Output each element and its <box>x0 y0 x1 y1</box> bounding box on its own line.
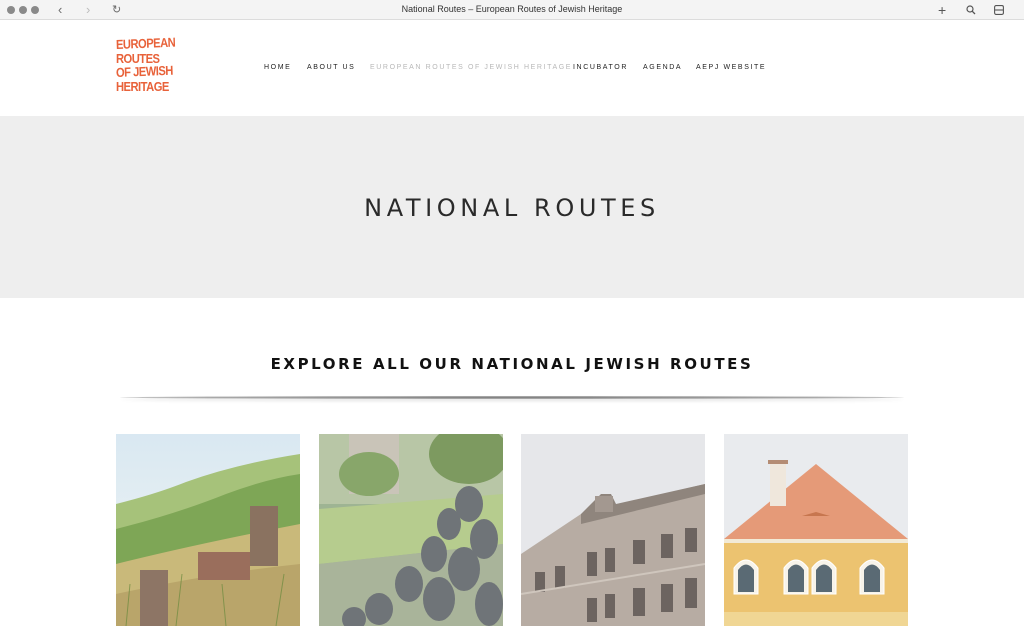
logo-line: OF JEWISH <box>115 62 174 80</box>
orange-synagogue-photo <box>724 434 908 626</box>
tab-title: National Routes – European Routes of Jew… <box>401 4 623 14</box>
route-card-orange-synagogue[interactable] <box>724 434 908 626</box>
page-hero: NATIONAL ROUTES <box>0 116 1024 298</box>
memorial-sculpture-photo <box>319 434 503 626</box>
new-tab-icon[interactable]: + <box>938 2 946 18</box>
page-title: NATIONAL ROUTES <box>364 194 660 222</box>
search-icon[interactable] <box>966 2 976 19</box>
nav-item-european-routes[interactable]: EUROPEAN ROUTES OF JEWISH HERITAGE <box>370 64 572 71</box>
logo-line: EUROPEAN <box>115 34 176 52</box>
section-divider <box>120 396 904 399</box>
site-logo[interactable]: EUROPEAN ROUTES OF JEWISH HERITAGE <box>115 34 180 100</box>
route-card-historic-building[interactable] <box>521 434 705 626</box>
section-title: EXPLORE ALL OUR NATIONAL JEWISH ROUTES <box>270 355 754 373</box>
nav-item-aepj-website[interactable]: AEPJ WEBSITE <box>696 64 766 71</box>
historic-building-photo <box>521 434 705 626</box>
nav-item-about-us[interactable]: ABOUT US <box>307 64 355 71</box>
logo-line: HERITAGE <box>116 79 169 94</box>
route-card-hillside-ruins[interactable] <box>116 434 300 626</box>
nav-item-incubator[interactable]: INCUBATOR <box>573 64 628 71</box>
nav-item-agenda[interactable]: AGENDA <box>643 64 682 71</box>
nav-item-home[interactable]: HOME <box>264 64 291 71</box>
hillside-ruins-photo <box>116 434 300 626</box>
site-header: EUROPEAN ROUTES OF JEWISH HERITAGE HOME … <box>0 20 1024 116</box>
route-card-memorial-sculpture[interactable] <box>319 434 503 626</box>
browser-toolbar: ‹ › ↻ National Routes – European Routes … <box>0 0 1024 20</box>
sidebar-icon[interactable] <box>994 2 1004 19</box>
